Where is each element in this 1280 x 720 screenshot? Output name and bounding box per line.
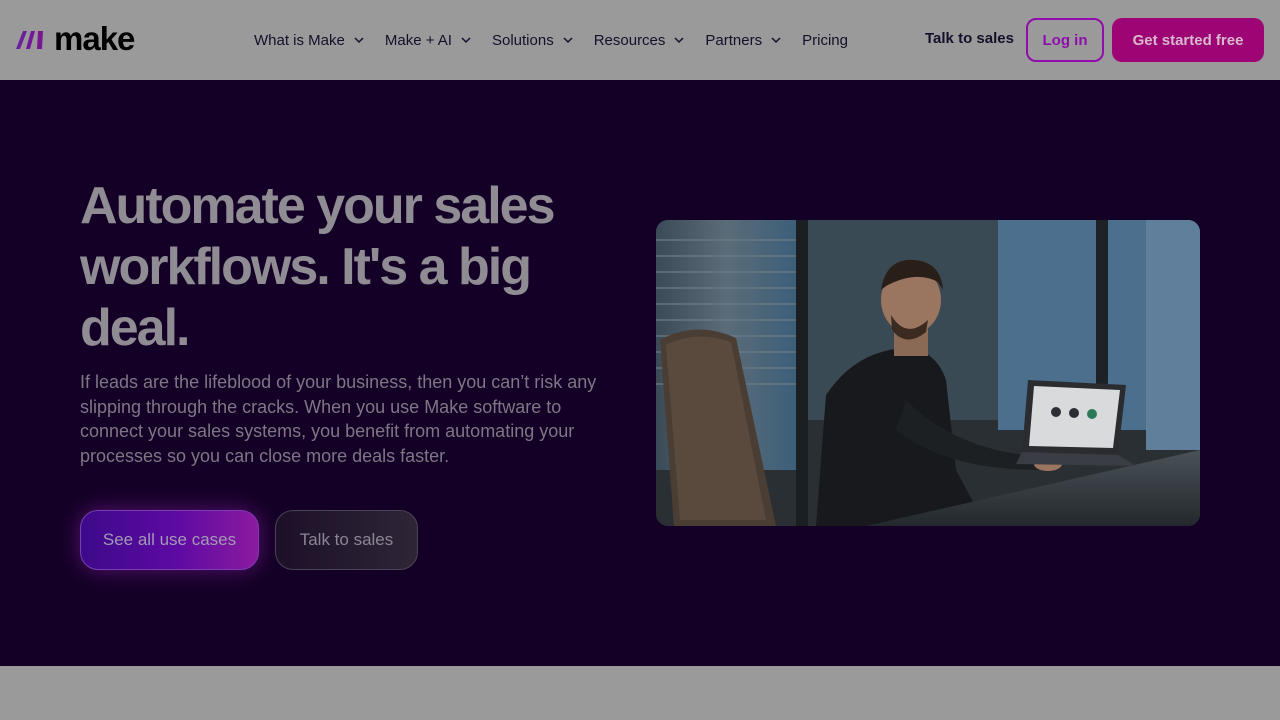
hero-photo [656,220,1200,526]
make-logo-icon [16,31,43,49]
nav-item-resources[interactable]: Resources [594,32,686,49]
office-worker-photo [656,220,1200,526]
nav-item-pricing[interactable]: Pricing [802,32,848,49]
make-logo[interactable]: make [16,20,135,57]
talk-to-sales-link[interactable]: Talk to sales [925,30,1014,47]
hero-title: Automate your sales workflows. It's a bi… [80,177,556,357]
nav-item-make-ai[interactable]: Make + AI [385,32,472,49]
talk-to-sales-button[interactable]: Talk to sales [275,510,418,570]
chevron-down-icon [674,37,684,44]
nav-item-what-is-make[interactable]: What is Make [254,32,365,49]
nav-item-label: Resources [593,31,666,49]
next-section-strip [0,666,1280,720]
see-all-use-cases-button[interactable]: See all use cases [80,510,259,570]
chevron-down-icon [461,37,471,44]
nav-item-label: Solutions [491,31,554,49]
nav-item-label: Make + AI [384,31,452,49]
nav-item-solutions[interactable]: Solutions [492,32,574,49]
nav-item-label: What is Make [254,31,345,49]
nav-item-partners[interactable]: Partners [705,32,782,49]
chevron-down-icon [354,37,364,44]
main-nav: What is Make Make + AI Solutions Resourc… [254,28,848,52]
make-logo-text: make [54,20,135,57]
login-button[interactable]: Log in [1026,18,1104,62]
get-started-button[interactable]: Get started free [1112,18,1264,62]
nav-item-label: Pricing [802,31,848,49]
hero-description: If leads are the lifeblood of your busin… [80,372,597,466]
hero-section: Automate your sales workflows. It's a bi… [0,80,1280,666]
nav-item-label: Partners [705,31,763,49]
site-header: make What is Make Make + AI Solutions Re… [0,0,1280,80]
chevron-down-icon [771,37,781,44]
chevron-down-icon [563,37,573,44]
